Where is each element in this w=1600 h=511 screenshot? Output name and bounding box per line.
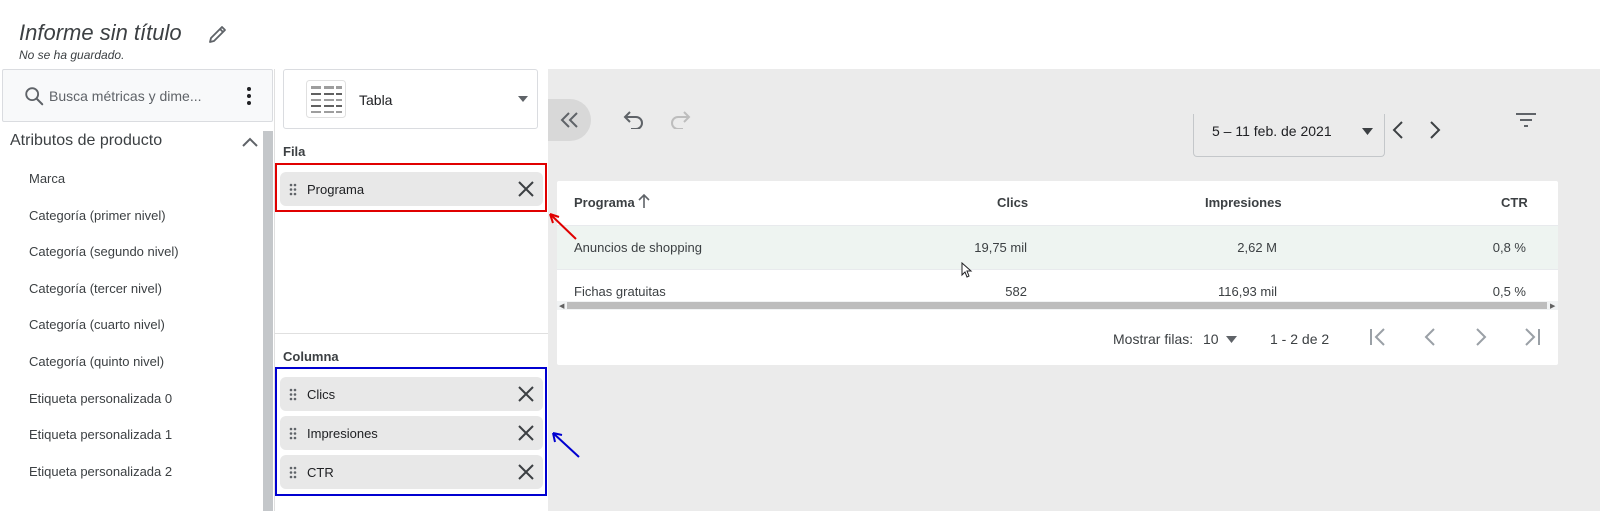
save-status: No se ha guardado. [19, 48, 125, 62]
annotation-arrow-blue [552, 432, 580, 458]
attribute-item[interactable]: Categoría (primer nivel) [29, 207, 179, 244]
visualization-label: Tabla [359, 92, 393, 108]
more-vert-icon[interactable] [241, 84, 257, 108]
annotation-box-red [275, 163, 547, 212]
date-range-picker[interactable]: 5 – 11 feb. de 2021 [1193, 114, 1385, 157]
scroll-right-arrow-icon[interactable]: ▶ [1550, 302, 1555, 310]
config-panel: Tabla Fila Programa Columna Clics Impres… [275, 69, 548, 511]
cell-programa: Anuncios de shopping [574, 240, 702, 255]
row-section-label: Fila [283, 144, 306, 159]
search-icon [25, 87, 44, 106]
collapse-panel-button[interactable] [548, 99, 591, 141]
rows-per-page-select[interactable]: 10 [1203, 331, 1219, 347]
attribute-item[interactable]: Categoría (tercer nivel) [29, 280, 179, 317]
column-header-ctr[interactable]: CTR [1501, 195, 1528, 210]
attribute-item[interactable]: Marca [29, 170, 179, 207]
attribute-group-header[interactable]: Atributos de producto [10, 132, 263, 156]
annotation-box-blue [275, 367, 547, 496]
search-input[interactable] [49, 86, 229, 106]
attribute-item[interactable]: Categoría (cuarto nivel) [29, 316, 179, 353]
chevron-left-icon[interactable] [1391, 120, 1405, 140]
column-section-label: Columna [283, 349, 339, 364]
attribute-item[interactable]: Etiqueta personalizada 0 [29, 390, 179, 427]
attribute-item[interactable]: Etiqueta personalizada 2 [29, 463, 179, 500]
report-canvas: 5 – 11 feb. de 2021 Programa Clics Impre… [548, 69, 1600, 511]
redo-icon[interactable] [669, 109, 691, 129]
date-range-label: 5 – 11 feb. de 2021 [1212, 123, 1332, 139]
data-table: Programa Clics Impresiones CTR Anuncios … [557, 181, 1558, 365]
column-header-programa[interactable]: Programa [574, 195, 635, 210]
visualization-select[interactable]: Tabla [283, 69, 538, 129]
pencil-icon[interactable] [206, 22, 230, 46]
attribute-item[interactable]: Categoría (quinto nivel) [29, 353, 179, 390]
horizontal-scrollbar-thumb[interactable] [567, 302, 1547, 309]
cell-impresiones: 116,93 mil [1217, 284, 1277, 299]
attribute-item[interactable]: Categoría (segundo nivel) [29, 243, 179, 280]
mouse-cursor-icon [961, 262, 973, 278]
chevron-left-icon[interactable] [1419, 326, 1441, 348]
cell-impresiones: 2,62 M [1237, 240, 1277, 255]
double-chevron-left-icon [560, 112, 578, 128]
table-row[interactable]: Anuncios de shopping 19,75 mil 2,62 M 0,… [557, 225, 1558, 269]
chevron-up-icon[interactable] [240, 133, 260, 153]
scrollbar-thumb[interactable] [263, 131, 273, 511]
search-box [2, 69, 273, 122]
cell-clics: 19,75 mil [974, 240, 1027, 255]
cell-programa: Fichas gratuitas [574, 284, 666, 299]
chevron-right-icon[interactable] [1428, 120, 1442, 140]
attribute-list: Marca Categoría (primer nivel) Categoría… [29, 170, 179, 499]
filter-icon[interactable] [1515, 112, 1537, 128]
undo-icon[interactable] [623, 109, 645, 129]
annotation-arrow-red [549, 213, 577, 240]
rows-per-page-label: Mostrar filas: [1113, 331, 1194, 347]
report-title[interactable]: Informe sin título [19, 20, 182, 46]
pagination-range: 1 - 2 de 2 [1270, 331, 1330, 347]
caret-down-icon[interactable] [1226, 336, 1237, 343]
chevron-right-icon[interactable] [1470, 326, 1492, 348]
arrow-up-icon[interactable] [637, 193, 651, 209]
scroll-left-arrow-icon[interactable]: ◀ [559, 302, 564, 310]
cell-clics: 582 [1005, 284, 1027, 299]
cell-ctr: 0,8 % [1492, 240, 1526, 255]
caret-down-icon [518, 96, 528, 102]
section-divider [275, 333, 548, 334]
cell-ctr: 0,5 % [1492, 284, 1526, 299]
report-header: Informe sin título No se ha guardado. [0, 0, 1600, 69]
column-header-clics[interactable]: Clics [997, 195, 1028, 210]
first-page-icon[interactable] [1367, 326, 1389, 348]
table-chart-icon [306, 80, 346, 118]
column-header-impresiones[interactable]: Impresiones [1205, 195, 1282, 210]
last-page-icon[interactable] [1521, 326, 1543, 348]
metrics-panel: Atributos de producto Marca Categoría (p… [0, 69, 275, 511]
caret-down-icon [1362, 128, 1373, 135]
attribute-item[interactable]: Etiqueta personalizada 1 [29, 426, 179, 463]
